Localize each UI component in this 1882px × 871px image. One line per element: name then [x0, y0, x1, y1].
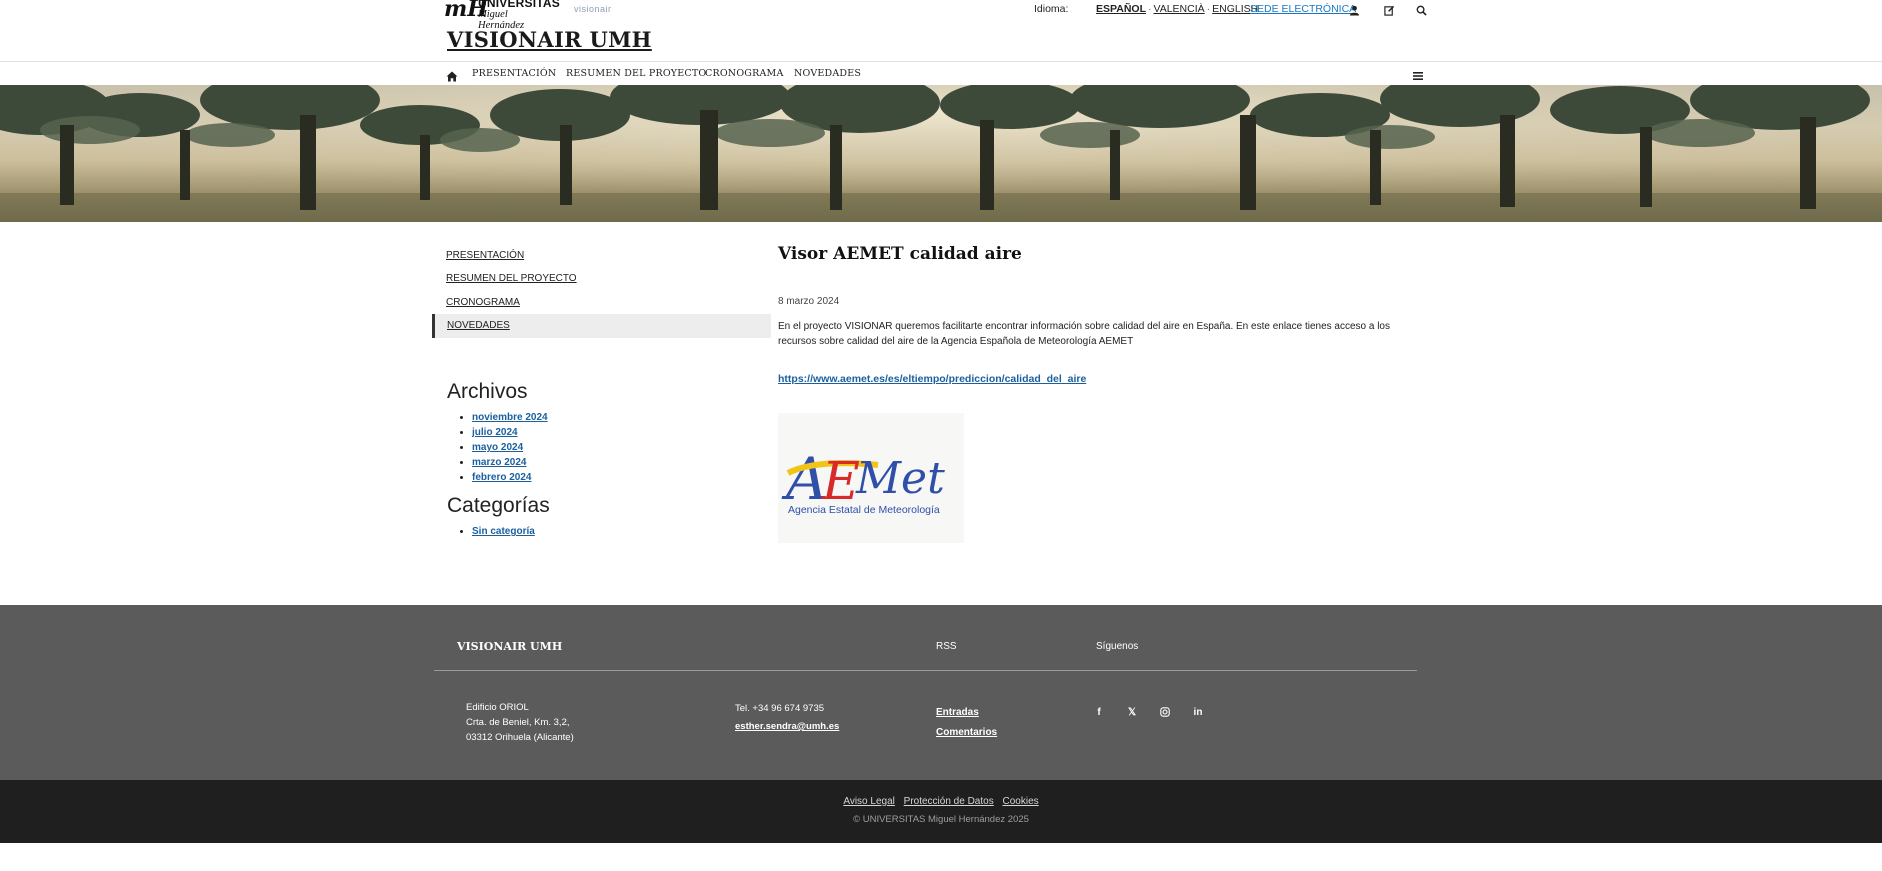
aemet-letters-met: Met — [855, 453, 945, 504]
visionair-logo[interactable]: visionair — [574, 4, 612, 14]
sidebar-item-label: CRONOGRAMA — [446, 297, 520, 308]
x-icon[interactable]: 𝕏 — [1125, 705, 1139, 719]
header-banner-image — [0, 85, 1882, 222]
sede-electronica-link[interactable]: SEDE ELECTRÓNICA — [1250, 3, 1356, 15]
rss-comments-link[interactable]: Comentarios — [936, 723, 997, 743]
nav-novedades[interactable]: NOVEDADES — [794, 68, 861, 79]
sidebar-item-label: PRESENTACIÓN — [446, 250, 525, 261]
address-line: Crta. de Beniel, Km. 3,2, — [466, 717, 570, 728]
language-switcher: ESPAÑOL · VALENCIÀ · ENGLISH — [1096, 3, 1259, 15]
categories-title: Categorías — [447, 494, 550, 517]
umh-logo[interactable]: mH UNIVERSITAS Miguel Hernández — [444, 0, 560, 31]
nav-cronograma[interactable]: CRONOGRAMA — [705, 68, 784, 79]
footer-rss-heading: RSS — [936, 641, 957, 652]
post-title: Visor AEMET calidad aire — [778, 244, 1022, 264]
archive-link[interactable]: febrero 2024 — [472, 472, 531, 483]
list-item: julio 2024 — [472, 425, 548, 440]
rss-entries-link[interactable]: Entradas — [936, 703, 997, 723]
post-body: En el proyecto VISIONAR queremos facilit… — [778, 321, 1390, 347]
sidebar-item-resumen[interactable]: RESUMEN DEL PROYECTO — [432, 267, 768, 291]
archive-link[interactable]: marzo 2024 — [472, 457, 526, 468]
sidebar-item-label: RESUMEN DEL PROYECTO — [446, 273, 577, 284]
footer-rss-links: Entradas Comentarios — [936, 703, 997, 743]
aemet-caption: Agencia Estatal de Meteorología — [788, 504, 940, 516]
language-label: Idioma: — [1034, 3, 1069, 15]
bottom-bar: Aviso Legal Protección de Datos Cookies … — [0, 780, 1882, 843]
top-header: mH UNIVERSITAS Miguel Hernández visionai… — [0, 0, 1882, 62]
legal-links: Aviso Legal Protección de Datos Cookies — [0, 796, 1882, 807]
site-title[interactable]: VISIONAIR UMH — [447, 27, 652, 52]
archive-link[interactable]: julio 2024 — [472, 427, 518, 438]
post-date: 8 marzo 2024 — [778, 296, 840, 307]
footer-email-link[interactable]: esther.sendra@umh.es — [735, 721, 839, 732]
list-item: noviembre 2024 — [472, 410, 548, 425]
language-va[interactable]: VALENCIÀ — [1153, 3, 1204, 15]
archive-link[interactable]: noviembre 2024 — [472, 412, 548, 423]
footer-contact: Tel. +34 96 674 9735 esther.sendra@umh.e… — [735, 700, 839, 736]
facebook-icon[interactable]: f — [1092, 705, 1106, 719]
tree-landscape-illustration — [0, 85, 1882, 222]
proteccion-datos-link[interactable]: Protección de Datos — [904, 796, 994, 807]
footer-divider — [434, 670, 1417, 671]
hamburger-menu-icon[interactable] — [1413, 66, 1423, 85]
aemet-logo: A E Met Agencia Estatal de Meteorología — [781, 445, 945, 516]
copyright: © UNIVERSITAS Miguel Hernández 2025 — [853, 814, 1029, 825]
category-link[interactable]: Sin categoría — [472, 526, 535, 537]
address-line: Edificio ORIOL — [466, 702, 529, 713]
main-nav: PRESENTACIÓN RESUMEN DEL PROYECTO CRONOG… — [0, 62, 1882, 84]
archives-title: Archivos — [447, 380, 528, 403]
aemet-letter-a: A — [781, 445, 828, 513]
archive-link[interactable]: mayo 2024 — [472, 442, 523, 453]
list-item: mayo 2024 — [472, 440, 548, 455]
address-line: 03312 Orihuela (Alicante) — [466, 732, 574, 743]
categories-list: Sin categoría — [454, 524, 535, 539]
home-icon[interactable] — [446, 67, 458, 86]
instagram-icon[interactable] — [1158, 705, 1172, 719]
aemet-letter-e: E — [821, 452, 860, 512]
visionair-logo-text: visionair — [574, 4, 612, 14]
footer: VISIONAIR UMH RSS Síguenos Edificio ORIO… — [0, 605, 1882, 780]
cookies-link[interactable]: Cookies — [1003, 796, 1039, 807]
nav-presentacion[interactable]: PRESENTACIÓN — [472, 68, 556, 79]
list-item: Sin categoría — [472, 524, 535, 539]
edit-icon[interactable] — [1381, 2, 1397, 18]
archives-list: noviembre 2024 julio 2024 mayo 2024 marz… — [454, 410, 548, 485]
sidebar-item-novedades[interactable]: NOVEDADES — [432, 314, 771, 338]
sidebar-item-presentacion[interactable]: PRESENTACIÓN — [432, 244, 768, 268]
nav-resumen[interactable]: RESUMEN DEL PROYECTO — [566, 68, 706, 79]
aviso-legal-link[interactable]: Aviso Legal — [843, 796, 895, 807]
user-icon[interactable] — [1346, 2, 1362, 18]
sidebar-item-cronograma[interactable]: CRONOGRAMA — [432, 291, 768, 315]
linkedin-icon[interactable]: in — [1191, 705, 1205, 719]
search-icon[interactable] — [1413, 2, 1429, 18]
footer-title: VISIONAIR UMH — [457, 640, 563, 653]
aemet-link[interactable]: https://www.aemet.es/es/eltiempo/predicc… — [778, 373, 1086, 385]
footer-follow-heading: Síguenos — [1096, 641, 1139, 652]
list-item: marzo 2024 — [472, 455, 548, 470]
language-es[interactable]: ESPAÑOL — [1096, 3, 1146, 15]
sidebar-item-label: NOVEDADES — [447, 320, 510, 331]
footer-phone: Tel. +34 96 674 9735 — [735, 703, 825, 714]
aemet-logo-image: A E Met Agencia Estatal de Meteorología — [778, 413, 964, 543]
footer-address: Edificio ORIOL Crta. de Beniel, Km. 3,2,… — [466, 700, 574, 745]
list-item: febrero 2024 — [472, 470, 548, 485]
